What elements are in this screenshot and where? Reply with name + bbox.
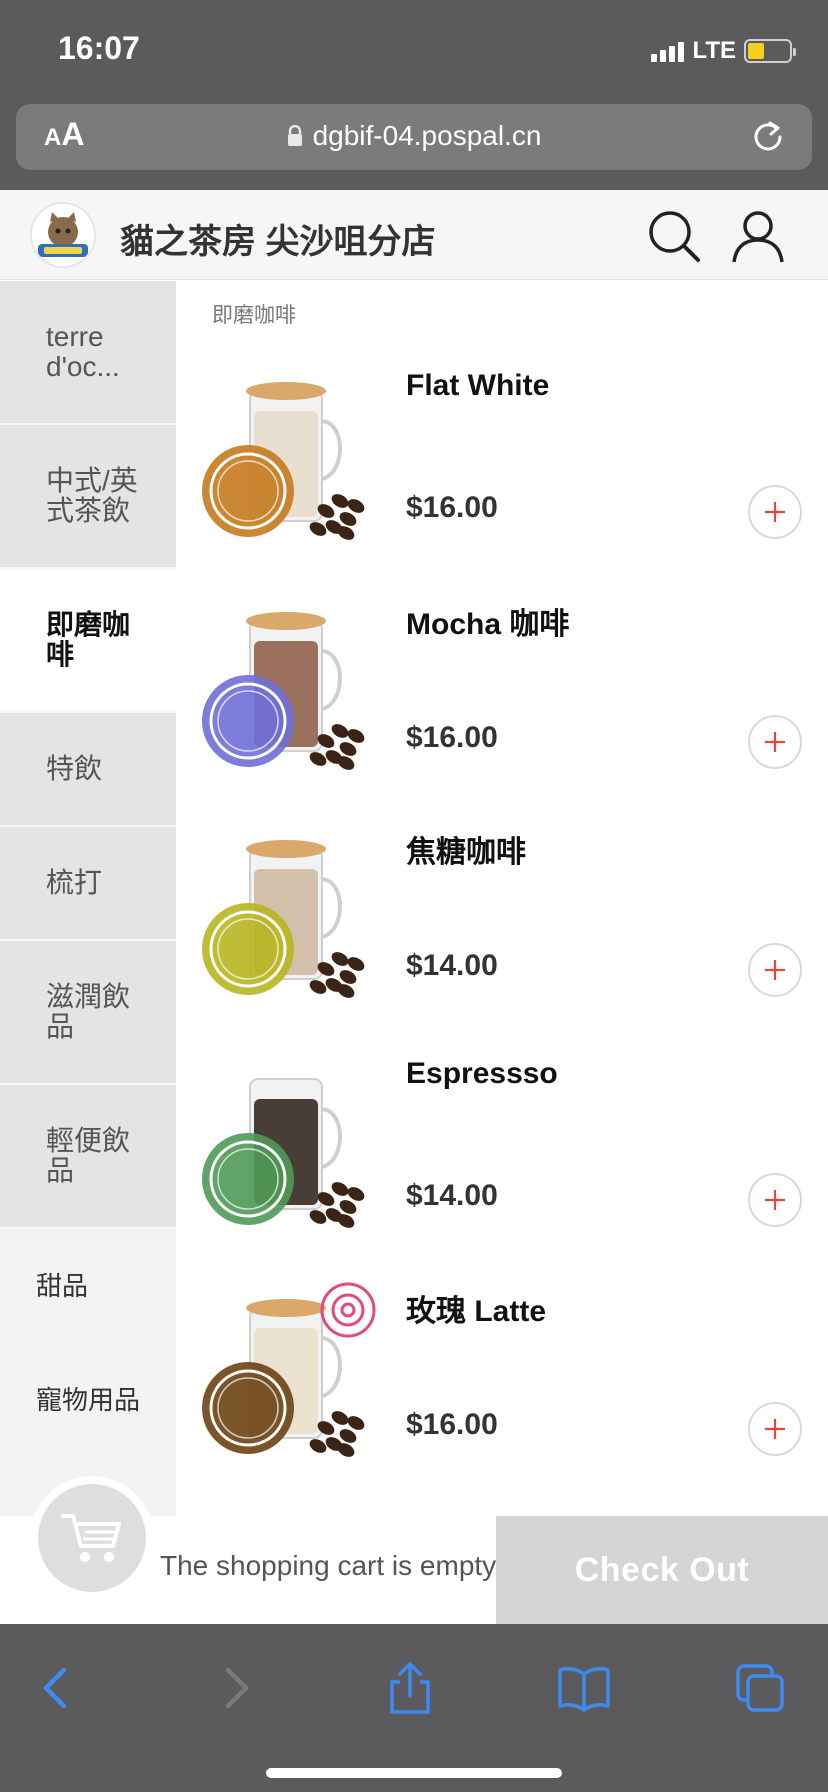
status-time: 16:07 [58,30,140,66]
tabs-icon[interactable] [732,1660,788,1716]
bookmarks-icon[interactable] [556,1660,612,1716]
product-image [202,1282,376,1457]
user-icon[interactable] [730,208,786,264]
add-to-cart-button[interactable] [748,715,802,769]
add-to-cart-button[interactable] [748,485,802,539]
back-icon[interactable] [30,1660,86,1716]
product-card[interactable]: 玫瑰 Latte $16.00 [176,1278,828,1478]
product-name: Mocha 咖啡 [406,608,570,641]
product-name: Flat White [406,369,550,402]
forward-icon[interactable] [206,1660,262,1716]
plus-icon [765,502,785,522]
section-title: 即磨咖啡 [212,304,296,327]
product-card[interactable]: Mocha 咖啡 $16.00 [176,591,828,791]
address-bar[interactable]: AA dgbif-04.pospal.cn [16,104,812,170]
plus-icon [765,732,785,752]
product-name: Espressso [406,1057,558,1090]
store-header: 貓之茶房 尖沙咀分店 [0,190,828,280]
product-name: 焦糖咖啡 [406,836,526,869]
clipped-previous-row [212,281,792,287]
product-card[interactable]: Espressso $14.00 [176,1049,828,1249]
product-price: $16.00 [406,1408,498,1441]
plus-icon [765,1419,785,1439]
cart-empty-text: The shopping cart is empty [160,1550,497,1581]
lock-icon [287,125,302,146]
sidebar-item-nourishing[interactable]: 滋潤飲品 [0,941,176,1085]
sidebar-item-coffee[interactable]: 即磨咖啡 [0,569,176,713]
plus-icon [765,1190,785,1210]
shopping-cart-icon [61,1514,121,1562]
product-card[interactable]: 焦糖咖啡 $14.00 [176,819,828,1019]
product-price: $16.00 [406,721,498,754]
sidebar-item-light-drinks[interactable]: 輕便飲品 [0,1085,176,1229]
network-type: LTE [692,37,736,64]
store-logo[interactable] [30,202,96,268]
add-to-cart-button[interactable] [748,1173,802,1227]
product-list: 即磨咖啡 Flat White $16.00 Mocha 咖啡 $16.00 焦… [176,281,828,1516]
browser-top-bar: 16:07 LTE AA dgbif-04.pospal.cn [0,0,828,190]
add-to-cart-button[interactable] [748,943,802,997]
category-sidebar: terre d'oc... 中式/英式茶飲 即磨咖啡 特飲 梳打 滋潤飲品 輕便… [0,281,176,1516]
product-image [202,382,365,540]
home-indicator [266,1768,562,1778]
sidebar-item-specials[interactable]: 特飲 [0,713,176,827]
cart-button[interactable] [30,1476,154,1600]
sidebar-item-soda[interactable]: 梳打 [0,827,176,941]
checkout-button[interactable]: Check Out [496,1516,828,1624]
signal-icon [651,40,685,62]
product-image [202,612,365,770]
plus-icon [765,960,785,980]
product-card[interactable]: Flat White $16.00 [176,361,828,561]
sidebar-item-pet-supplies[interactable]: 寵物用品 [0,1343,176,1457]
battery-icon [744,39,796,63]
product-price: $14.00 [406,1179,498,1212]
product-name: 玫瑰 Latte [406,1295,547,1328]
product-image [202,1078,365,1228]
product-price: $16.00 [406,491,498,524]
sidebar-item-tea[interactable]: 中式/英式茶飲 [0,425,176,569]
search-icon[interactable] [646,208,702,264]
sidebar-item-terre-doc[interactable]: terre d'oc... [0,281,176,425]
product-image [202,840,365,998]
product-price: $14.00 [406,949,498,982]
cart-bar: The shopping cart is empty Check Out [0,1476,828,1624]
browser-toolbar [0,1624,828,1792]
share-icon[interactable] [382,1660,438,1716]
store-name: 貓之茶房 尖沙咀分店 [120,223,436,261]
reload-icon[interactable] [750,118,786,154]
url-display[interactable]: dgbif-04.pospal.cn [16,120,812,152]
status-indicators: LTE [651,36,796,66]
sidebar-item-desserts[interactable]: 甜品 [0,1229,176,1343]
add-to-cart-button[interactable] [748,1402,802,1456]
url-text: dgbif-04.pospal.cn [312,120,542,151]
